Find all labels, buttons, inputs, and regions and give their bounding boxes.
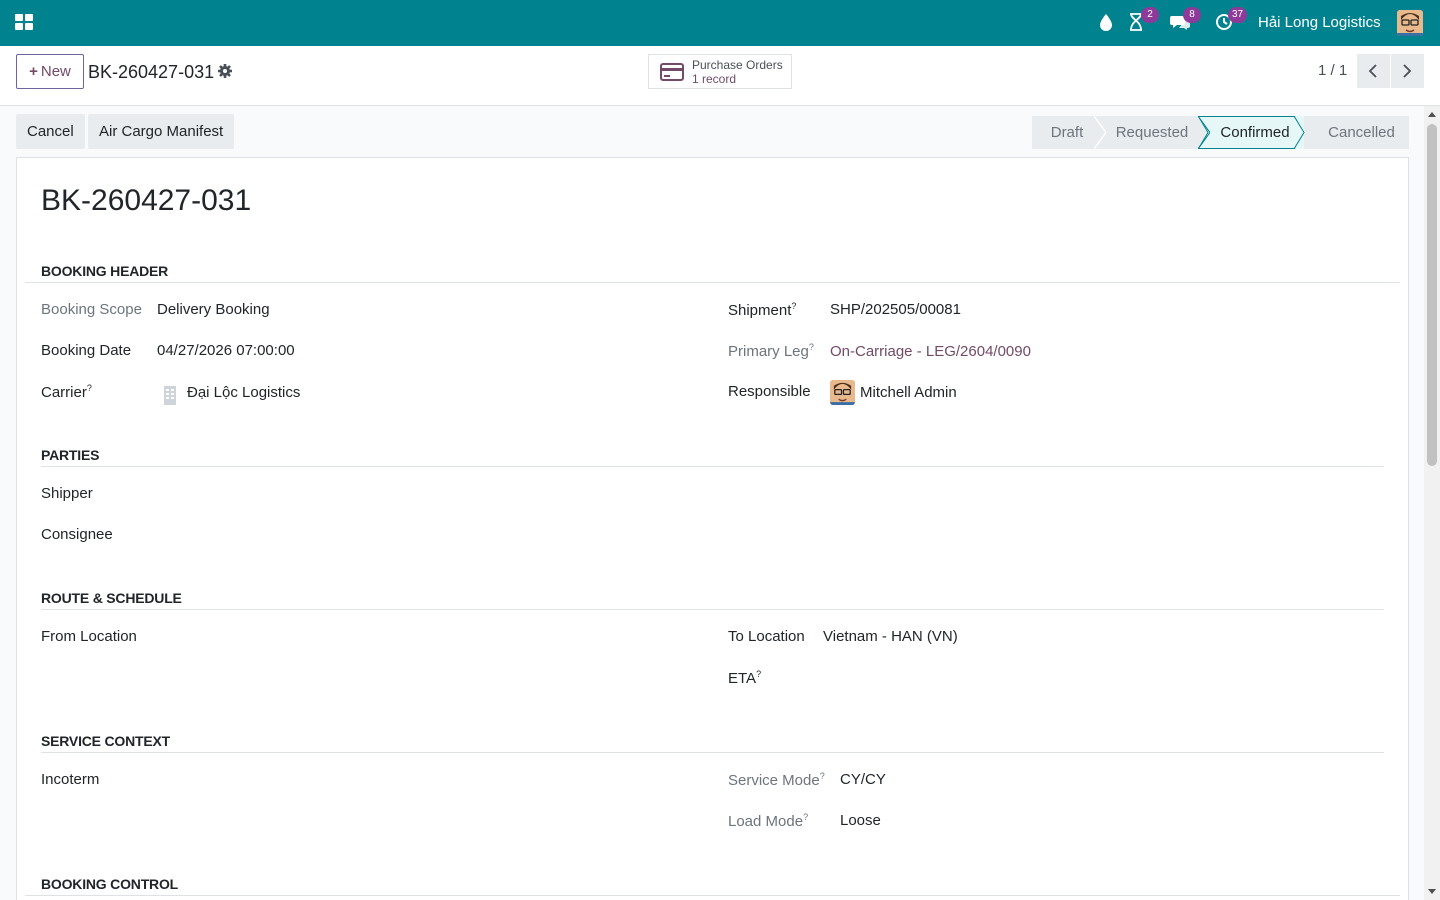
responsible-label: Responsible <box>728 383 811 400</box>
company-building-icon <box>164 386 176 405</box>
credit-card-icon <box>660 63 684 81</box>
help-tooltip-icon[interactable]: ? <box>820 771 825 781</box>
section-divider <box>41 752 1384 753</box>
section-title-booking-header: BOOKING HEADER <box>41 263 169 279</box>
help-tooltip-icon[interactable]: ? <box>809 342 814 352</box>
stage-cancelled[interactable]: Cancelled <box>1304 116 1409 149</box>
smart-button-count: 1 record <box>692 72 737 86</box>
updates-clock-icon[interactable]: 37 <box>1211 7 1248 36</box>
help-tooltip-icon[interactable]: ? <box>87 383 92 393</box>
pager-value[interactable]: 1 / 1 <box>1318 62 1347 79</box>
shipment-value[interactable]: SHP/202505/00081 <box>830 301 961 318</box>
booking-date-label: Booking Date <box>41 342 132 359</box>
load-mode-value[interactable]: Loose <box>840 812 881 829</box>
carrier-label: Carrier? <box>41 383 92 401</box>
load-mode-label: Load Mode? <box>728 812 809 830</box>
control-panel: + New BK-260427-031 Purchase Orders 1 rec… <box>0 46 1440 106</box>
service-mode-value[interactable]: CY/CY <box>840 771 886 788</box>
active-stage-head-icon <box>1294 116 1305 149</box>
booking-scope-label: Booking Scope <box>41 301 142 318</box>
record-title: BK-260427-031 <box>41 184 252 217</box>
eta-label: ETA? <box>728 669 762 687</box>
page-scrollbar[interactable] <box>1424 106 1440 900</box>
to-location-label: To Location <box>728 628 805 645</box>
activities-badge: 2 <box>1141 7 1159 23</box>
scroll-thumb[interactable] <box>1427 124 1437 466</box>
scroll-up-arrow-icon[interactable] <box>1428 112 1436 117</box>
messages-chat-icon[interactable]: 8 <box>1166 7 1201 36</box>
stage-divider-icon <box>1094 116 1106 149</box>
updates-badge: 37 <box>1228 7 1248 23</box>
top-navbar: 2 8 37 Hải Long Logistics <box>0 0 1440 46</box>
messages-badge: 8 <box>1183 7 1201 23</box>
cancel-button[interactable]: Cancel <box>16 114 85 149</box>
gear-icon[interactable] <box>217 63 233 79</box>
help-tooltip-icon[interactable]: ? <box>803 812 808 822</box>
air-cargo-manifest-button[interactable]: Air Cargo Manifest <box>88 114 235 149</box>
shipper-label: Shipper <box>41 485 93 502</box>
pager-next-button[interactable] <box>1391 54 1424 88</box>
section-title-booking-control: BOOKING CONTROL <box>41 876 178 892</box>
section-divider <box>41 609 1384 610</box>
service-mode-label: Service Mode? <box>728 771 825 789</box>
section-divider <box>41 466 1384 467</box>
company-switcher[interactable]: Hải Long Logistics <box>1258 14 1381 31</box>
help-tooltip-icon[interactable]: ? <box>756 669 761 679</box>
app-menu-icon[interactable] <box>14 12 34 32</box>
from-location-label: From Location <box>41 628 137 645</box>
stage-requested[interactable]: Requested <box>1094 116 1202 149</box>
user-avatar[interactable] <box>1397 10 1423 36</box>
carrier-value[interactable]: Đại Lộc Logistics <box>187 384 300 401</box>
section-title-parties: PARTIES <box>41 447 100 463</box>
section-divider <box>25 282 1400 283</box>
chevron-right-icon <box>1403 64 1412 78</box>
chevron-left-icon <box>1368 64 1377 78</box>
scroll-down-arrow-icon[interactable] <box>1428 889 1436 894</box>
primary-leg-link[interactable]: On-Carriage - LEG/2604/0090 <box>830 343 1031 360</box>
section-title-service-context: SERVICE CONTEXT <box>41 733 170 749</box>
breadcrumb: BK-260427-031 <box>88 62 215 82</box>
new-button[interactable]: + New <box>16 54 84 89</box>
help-tooltip-icon[interactable]: ? <box>791 301 796 311</box>
to-location-value[interactable]: Vietnam - HAN (VN) <box>823 628 958 645</box>
avatar <box>830 380 855 405</box>
debug-drop-icon[interactable] <box>1095 10 1123 36</box>
booking-scope-value[interactable]: Delivery Booking <box>157 301 270 318</box>
primary-leg-label: Primary Leg? <box>728 342 814 360</box>
pager-previous-button[interactable] <box>1357 54 1390 88</box>
plus-icon: + <box>29 63 38 80</box>
booking-date-value[interactable]: 04/27/2026 07:00:00 <box>157 342 295 359</box>
shipment-label: Shipment? <box>728 301 797 319</box>
section-title-route-schedule: ROUTE & SCHEDULE <box>41 590 182 606</box>
purchase-orders-smart-button[interactable]: Purchase Orders 1 record <box>648 54 792 89</box>
status-bar: Draft Requested Confirmed Cancelled <box>1032 116 1409 149</box>
stage-draft[interactable]: Draft <box>1032 116 1102 149</box>
smart-button-title: Purchase Orders <box>692 58 783 72</box>
incoterm-label: Incoterm <box>41 771 100 788</box>
active-stage-border-icon <box>1198 116 1304 149</box>
consignee-label: Consignee <box>41 526 113 543</box>
responsible-value[interactable]: Mitchell Admin <box>860 384 957 401</box>
section-divider <box>25 895 1400 896</box>
form-sheet: BK-260427-031 BOOKING HEADER Booking Sco… <box>16 157 1409 900</box>
activities-hourglass-icon[interactable]: 2 <box>1124 7 1159 36</box>
